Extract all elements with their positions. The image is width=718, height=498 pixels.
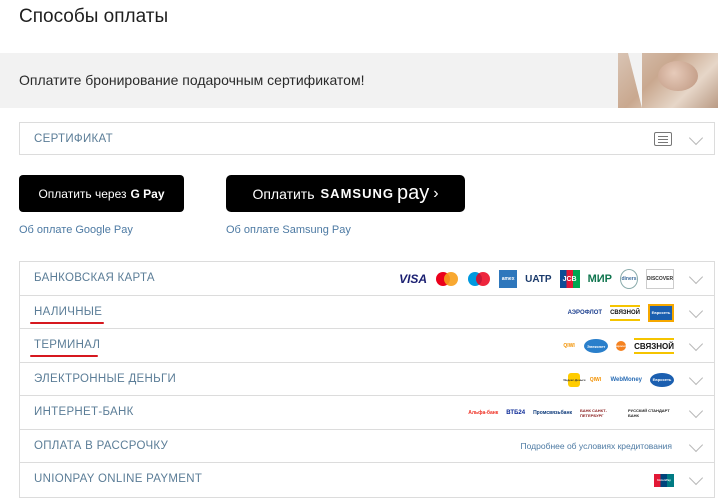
- mastercard-logo: [435, 270, 459, 288]
- method-internet-bank[interactable]: ИНТЕРНЕТ-БАНК Альфа-банк ВТБ24 Промсвязь…: [20, 396, 714, 430]
- gpay-prefix: Оплатить через: [38, 186, 127, 201]
- payment-methods-list: БАНКОВСКАЯ КАРТА VISA amex UATP JCB МИР …: [19, 261, 715, 498]
- method-label: UNIONPAY ONLINE PAYMENT: [34, 473, 203, 485]
- gift-box-image: [618, 53, 718, 108]
- chevron-down-icon[interactable]: [688, 370, 704, 385]
- method-label: НАЛИЧНЫЕ: [34, 305, 103, 318]
- chevron-down-icon[interactable]: [688, 470, 704, 486]
- svyaznoy-logo: СВЯЗНОЙ: [634, 338, 674, 354]
- emoney-logos: Яндекс.Деньги QIWI WebMoney Евросеть: [563, 369, 674, 391]
- method-label: ИНТЕРНЕТ-БАНК: [34, 406, 134, 418]
- certificate-label: СЕРТИФИКАТ: [34, 133, 113, 145]
- chevron-down-icon[interactable]: [688, 269, 704, 285]
- aeroflot-logo: АЭРОФЛОТ: [567, 309, 603, 316]
- method-e-money[interactable]: ЭЛЕКТРОННЫЕ ДЕНЬГИ Яндекс.Деньги QIWI We…: [20, 363, 714, 396]
- mir-logo: МИР: [587, 273, 612, 285]
- google-pay-logo: G Pay: [130, 186, 165, 201]
- method-unionpay[interactable]: UNIONPAY ONLINE PAYMENT UnionPay: [20, 463, 714, 497]
- google-pay-button[interactable]: Оплатить через G Pay: [19, 175, 184, 212]
- euroset-logo: Евросеть: [614, 341, 628, 351]
- certificate-icon: [654, 132, 672, 146]
- terminal-logos: QIWI Элекснет Евросеть СВЯЗНОЙ: [562, 335, 674, 357]
- method-label: ЭЛЕКТРОННЫЕ ДЕНЬГИ: [34, 372, 177, 385]
- chevron-down-icon[interactable]: [688, 303, 704, 318]
- spay-prefix: Оплатить: [252, 185, 315, 202]
- cash-logos: АЭРОФЛОТ СВЯЗНОЙ Евросеть: [568, 302, 674, 324]
- chevron-down-icon[interactable]: [688, 130, 704, 146]
- banner-text: Оплатите бронирование подарочным сертифи…: [19, 72, 365, 88]
- promsvyazbank-logo: Промсвязьбанк: [533, 410, 572, 416]
- qiwi-logo: QIWI: [563, 343, 575, 349]
- yandex-money-logo: Яндекс.Деньги: [563, 372, 586, 387]
- method-terminal[interactable]: ТЕРМИНАЛ QIWI Элекснет Евросеть СВЯЗНОЙ: [20, 329, 714, 363]
- uatp-logo: UATP: [525, 273, 552, 285]
- method-label: БАНКОВСКАЯ КАРТА: [34, 272, 155, 284]
- red-underline-annotation: [30, 355, 98, 357]
- euroset-logo: Евросеть: [648, 303, 674, 322]
- samsung-pay-button[interactable]: Оплатить SAMSUNG pay ›: [226, 175, 465, 212]
- credit-terms-link[interactable]: Подробнее об условиях кредитования: [521, 441, 672, 451]
- alfa-bank-logo: Альфа-банк: [468, 410, 499, 416]
- russian-standard-logo: РУССКИЙ СТАНДАРТ БАНК: [628, 408, 670, 418]
- google-pay-info-link[interactable]: Об оплате Google Pay: [19, 224, 133, 236]
- jcb-logo: JCB: [559, 270, 580, 288]
- bank-spb-logo: БАНК САНКТ-ПЕТЕРБУРГ: [580, 408, 607, 418]
- maestro-logo: [467, 270, 491, 288]
- webmoney-logo: WebMoney: [610, 376, 642, 383]
- certificate-row[interactable]: СЕРТИФИКАТ: [19, 122, 715, 155]
- euroset-logo: Евросеть: [650, 372, 674, 387]
- svyaznoy-logo: СВЯЗНОЙ: [610, 304, 640, 321]
- page-title: Способы оплаты: [19, 6, 169, 27]
- method-label: ТЕРМИНАЛ: [34, 339, 101, 351]
- discover-logo: DISCOVER: [646, 269, 674, 289]
- eleksnet-logo: Элекснет: [584, 339, 609, 353]
- unionpay-logos: UnionPay: [654, 469, 674, 491]
- bank-logos: Альфа-банк ВТБ24 Промсвязьбанк БАНК САНК…: [468, 402, 674, 424]
- visa-logo: VISA: [399, 272, 428, 286]
- vtb24-logo: ВТБ24: [506, 410, 526, 416]
- card-logos: VISA amex UATP JCB МИР diners DISCOVER: [399, 268, 674, 290]
- pay-logo: pay: [396, 182, 430, 204]
- method-cash[interactable]: НАЛИЧНЫЕ АЭРОФЛОТ СВЯЗНОЙ Евросеть: [20, 296, 714, 329]
- samsung-logo: SAMSUNG: [320, 186, 394, 201]
- diners-logo: diners: [620, 269, 638, 289]
- chevron-down-icon[interactable]: [688, 437, 704, 452]
- red-underline-annotation: [30, 321, 104, 324]
- unionpay-logo: UnionPay: [654, 473, 674, 487]
- chevron-right-icon: ›: [433, 184, 439, 202]
- samsung-pay-info-link[interactable]: Об оплате Samsung Pay: [226, 224, 351, 236]
- amex-logo: amex: [499, 270, 518, 288]
- method-bank-card[interactable]: БАНКОВСКАЯ КАРТА VISA amex UATP JCB МИР …: [20, 262, 714, 296]
- method-installments[interactable]: ОПЛАТА В РАССРОЧКУ Подробнее об условиях…: [20, 430, 714, 463]
- method-label: ОПЛАТА В РАССРОЧКУ: [34, 439, 169, 452]
- qiwi-logo: QIWI: [589, 376, 602, 383]
- chevron-down-icon[interactable]: [688, 403, 704, 419]
- chevron-down-icon[interactable]: [688, 336, 704, 352]
- gift-bow-icon: [658, 61, 698, 91]
- gift-certificate-banner[interactable]: Оплатите бронирование подарочным сертифи…: [0, 53, 718, 108]
